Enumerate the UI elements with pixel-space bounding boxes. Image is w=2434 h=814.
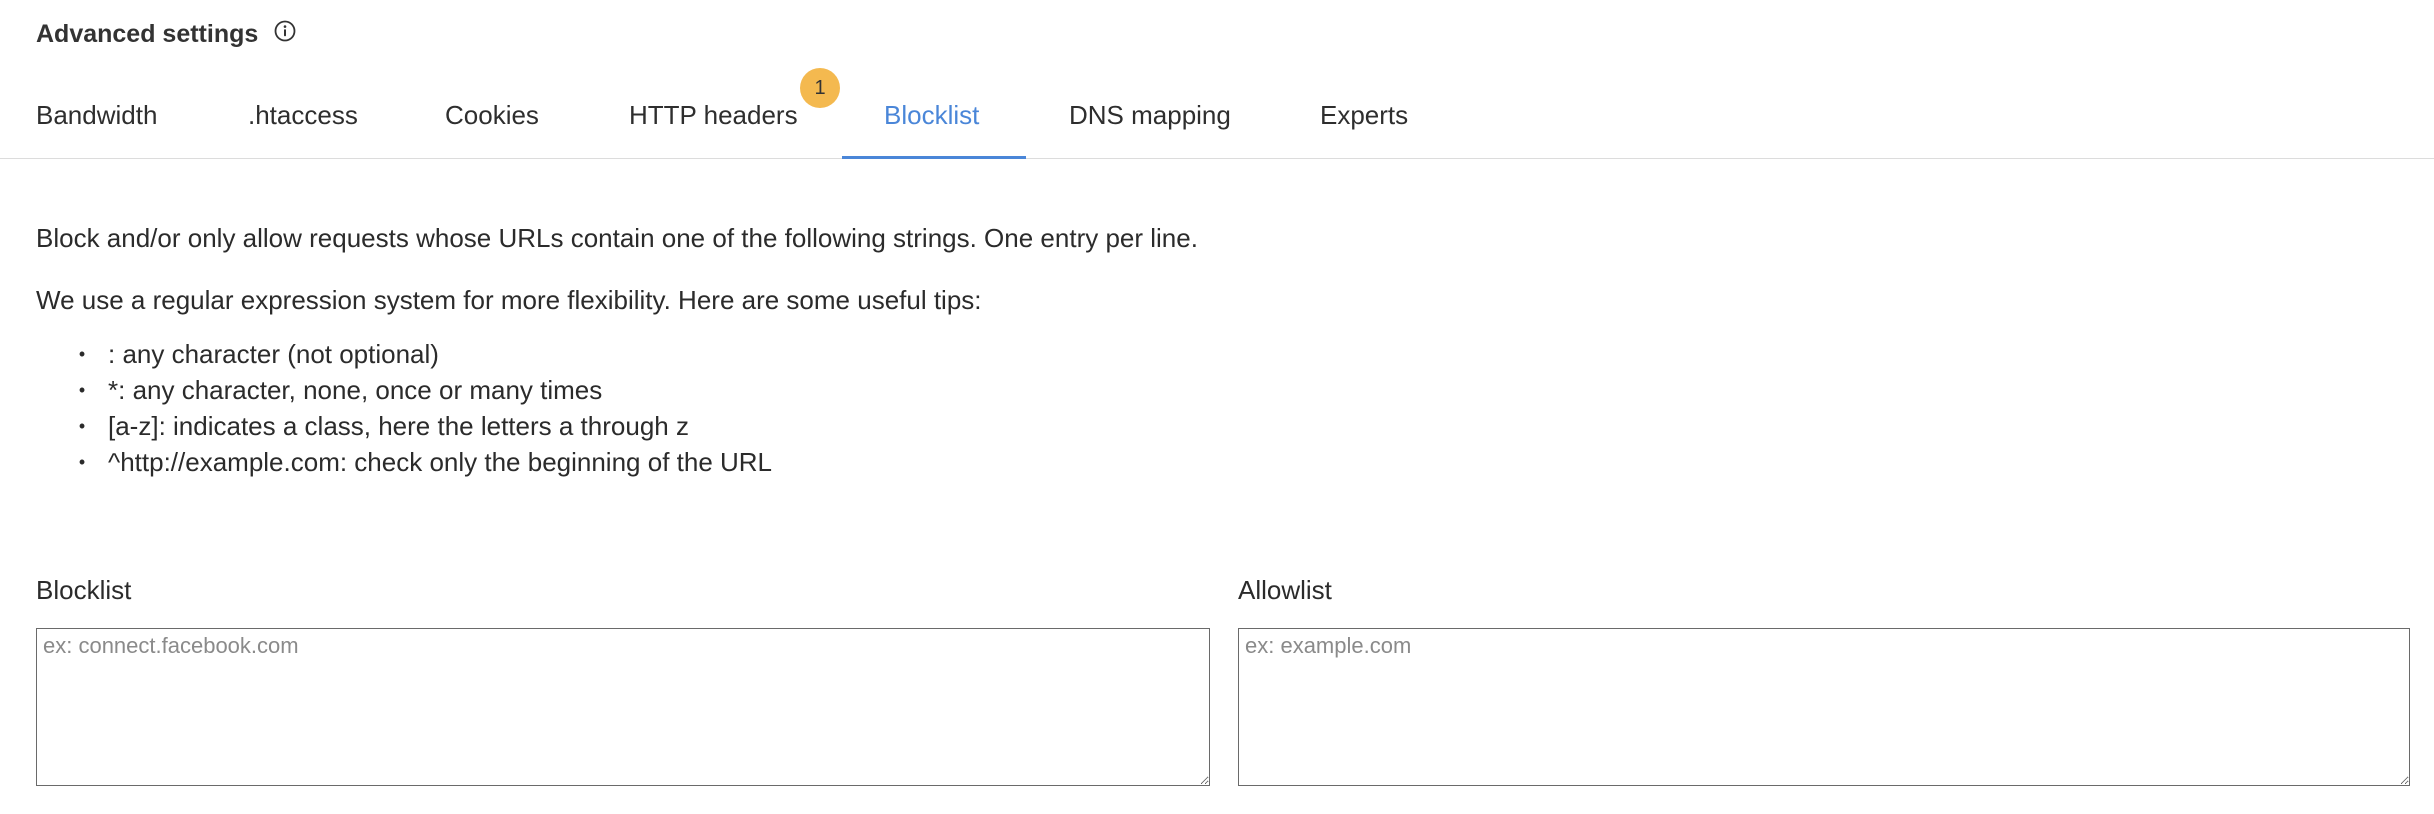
bullet-icon: • — [78, 416, 86, 436]
tab-experts[interactable]: Experts — [1320, 80, 1408, 158]
tip-text: : any character (not optional) — [108, 339, 439, 369]
tips-list: • : any character (not optional) • *: any … — [36, 336, 2396, 480]
list-item: • *: any character, none, once or many ti… — [72, 372, 2396, 408]
page-title: Advanced settings — [36, 20, 259, 48]
bullet-icon: • — [78, 344, 86, 364]
regex-note: We use a regular expression system for m… — [36, 285, 982, 315]
blocklist-textarea[interactable] — [36, 628, 1210, 786]
list-item: • : any character (not optional) — [72, 336, 2396, 372]
tab-cookies[interactable]: Cookies — [445, 80, 539, 158]
tab-htaccess[interactable]: .htaccess — [248, 80, 358, 158]
intro-text: Block and/or only allow requests whose U… — [36, 223, 1198, 253]
bullet-icon: • — [78, 380, 86, 400]
info-icon[interactable] — [274, 20, 296, 42]
bullet-icon: • — [78, 452, 86, 472]
tab-bar: Bandwidth .htaccess Cookies HTTP headers… — [0, 80, 2434, 159]
allowlist-label: Allowlist — [1238, 575, 1332, 605]
tip-text: [a-z]: indicates a class, here the lette… — [108, 411, 689, 441]
list-item: • ^http://example.com: check only the beg… — [72, 444, 2396, 480]
list-item: • [a-z]: indicates a class, here the lett… — [72, 408, 2396, 444]
allowlist-textarea[interactable] — [1238, 628, 2410, 786]
tip-text: *: any character, none, once or many tim… — [108, 375, 603, 405]
tip-text: ^http://example.com: check only the begi… — [108, 447, 773, 477]
page-header: Advanced settings — [36, 16, 296, 52]
tab-dns-mapping[interactable]: DNS mapping — [1069, 80, 1231, 158]
active-tab-indicator — [842, 156, 1026, 159]
notification-badge: 1 — [800, 68, 840, 108]
blocklist-label: Blocklist — [36, 575, 132, 605]
tab-bandwidth[interactable]: Bandwidth — [36, 80, 157, 158]
tab-http-headers[interactable]: HTTP headers — [629, 80, 798, 158]
blocklist-description: Block and/or only allow requests whose U… — [36, 220, 2396, 480]
tab-blocklist[interactable]: Blocklist — [884, 80, 979, 158]
info-icon-graphic — [274, 20, 296, 42]
